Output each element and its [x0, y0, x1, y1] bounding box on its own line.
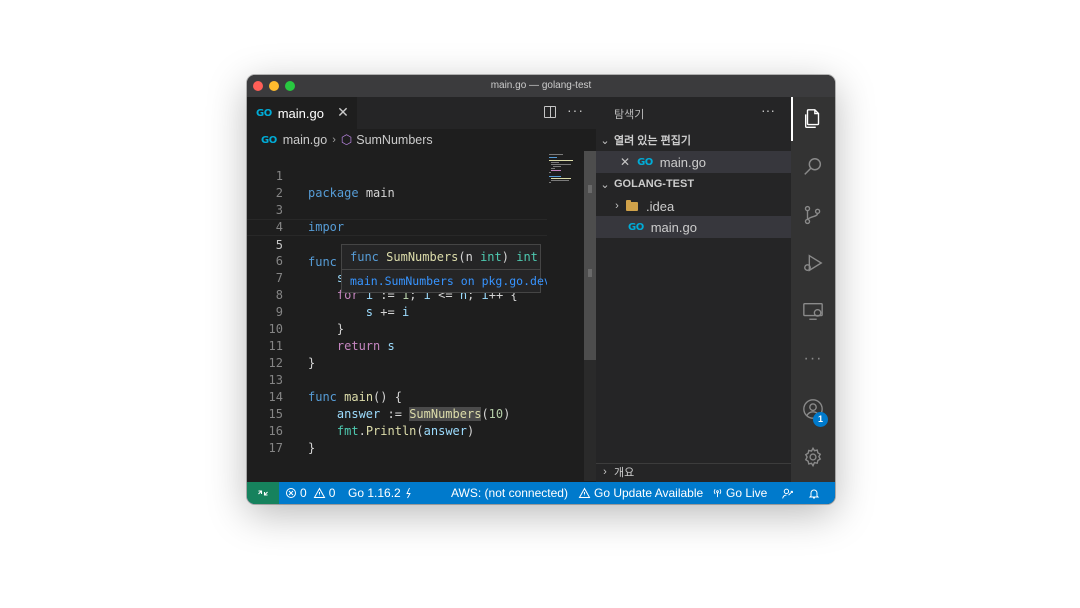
hover-divider	[342, 269, 540, 270]
accounts-icon[interactable]: 1	[791, 387, 835, 431]
breadcrumb-symbol[interactable]: SumNumbers	[356, 133, 432, 147]
close-tab-icon[interactable]: ✕	[335, 104, 351, 120]
project-section-header[interactable]: ⌄ GOLANG-TEST	[596, 173, 791, 195]
open-editor-item-main-go[interactable]: ✕ GO main.go	[596, 151, 791, 173]
run-debug-icon[interactable]	[791, 241, 835, 285]
remote-explorer-icon[interactable]	[791, 289, 835, 333]
folder-icon	[626, 199, 638, 211]
scrollbar-marker	[588, 185, 592, 193]
go-live-label: Go Live	[726, 486, 768, 500]
go-file-icon: GO	[261, 134, 277, 146]
open-editors-label: 열려 있는 편집기	[614, 135, 691, 147]
hover-package-link[interactable]: main.SumNumbers	[350, 274, 454, 288]
remote-indicator[interactable]	[247, 482, 279, 504]
go-version-indicator[interactable]: Go 1.16.2	[348, 482, 413, 504]
hover-tooltip: func SumNumbers(n int) int main.SumNumbe…	[341, 244, 551, 293]
chevron-down-icon: ⌄	[600, 134, 610, 147]
window-title: main.go — golang-test	[490, 80, 592, 91]
code-editor[interactable]: 1 package main 2 3 impor 4 5 func SumNum…	[247, 151, 551, 481]
go-file-icon: GO	[256, 107, 272, 119]
code-line: 16 }	[247, 406, 547, 455]
tools-icon	[406, 487, 411, 499]
open-editors-section-header[interactable]: ⌄ 열려 있는 편집기	[596, 129, 791, 151]
minimap[interactable]	[547, 151, 584, 481]
tree-item-idea[interactable]: › .idea	[596, 195, 791, 217]
breadcrumb-file[interactable]: main.go	[283, 133, 327, 147]
tree-item-main-go[interactable]: GO main.go	[596, 216, 791, 238]
go-update-label: Go Update Available	[594, 486, 704, 500]
remote-icon	[258, 490, 268, 496]
go-live-button[interactable]: Go Live	[712, 482, 767, 504]
sidebar-title: 탐색기	[614, 109, 645, 121]
warning-count: 0	[328, 486, 336, 500]
go-file-icon: GO	[637, 156, 653, 168]
error-count: 0	[300, 486, 307, 500]
chevron-right-icon: ›	[603, 466, 607, 478]
go-update-indicator[interactable]: Go Update Available	[578, 482, 703, 504]
close-icon[interactable]: ✕	[620, 155, 630, 169]
editor-tab-bar: GO main.go ✕ ···	[247, 97, 596, 129]
status-bar: 0 0 Go 1.16.2 AWS: (not connected) Go Up…	[247, 482, 835, 504]
activity-bar: ··· 1	[791, 97, 835, 482]
sidebar-more-icon[interactable]: ···	[761, 102, 775, 118]
aws-status[interactable]: AWS: (not connected)	[451, 482, 568, 504]
scrollbar-marker	[588, 269, 592, 277]
code-line: 14 answer := SumNumbers(10)	[247, 372, 547, 421]
settings-gear-icon[interactable]	[791, 435, 835, 479]
code-line: 13 func main() {	[247, 355, 547, 404]
warning-icon	[578, 487, 591, 498]
title-bar: main.go — golang-test	[247, 75, 835, 97]
warning-icon	[313, 487, 326, 498]
code-line: 15 fmt.Println(answer)	[247, 389, 547, 438]
code-line: 10 return s	[247, 304, 547, 353]
code-line: 4	[247, 202, 547, 234]
open-editor-label: main.go	[659, 154, 707, 170]
notifications-bell-icon[interactable]	[808, 482, 820, 504]
line-number: 17	[268, 441, 283, 455]
broadcast-icon	[713, 489, 722, 498]
code-line: 3 impor	[247, 185, 547, 234]
split-editor-icon[interactable]	[544, 106, 556, 118]
source-control-icon[interactable]	[791, 193, 835, 237]
code-line: 11 }	[247, 321, 547, 370]
code-line: 12	[247, 338, 547, 370]
active-indicator	[791, 97, 793, 141]
code-line: 17	[247, 423, 547, 455]
accounts-badge: 1	[813, 412, 828, 427]
more-actions-icon[interactable]: ···	[567, 102, 584, 118]
chevron-right-icon: ›	[332, 134, 336, 146]
go-version-label: Go 1.16.2	[348, 486, 401, 500]
code-line-current: 5 func SumNumbers(n int) int {	[247, 219, 547, 270]
code-line: 2	[247, 168, 547, 200]
pkg-go-dev-link[interactable]: main.SumNumbers on pkg.go.dev	[350, 274, 551, 288]
project-label: GOLANG-TEST	[614, 178, 695, 190]
aws-label: AWS: (not connected)	[451, 486, 568, 500]
hover-on-site[interactable]: on pkg.go.dev	[461, 274, 551, 288]
vscode-window: main.go — golang-test GO main.go ✕ ··· G…	[247, 75, 835, 504]
outline-section-header[interactable]: › 개요	[596, 461, 791, 483]
tree-item-label: .idea	[646, 198, 675, 214]
breadcrumb: GO main.go › ⬡ SumNumbers	[247, 129, 596, 151]
problems-indicator[interactable]: 0 0	[285, 482, 335, 504]
outline-label: 개요	[614, 467, 635, 479]
go-file-icon: GO	[628, 221, 644, 233]
vertical-scrollbar-thumb[interactable]	[584, 151, 596, 360]
code-line: 1 package main	[247, 151, 547, 200]
symbol-method-icon: ⬡	[340, 132, 353, 147]
hover-signature: func SumNumbers(n int) int	[350, 250, 538, 264]
chevron-down-icon: ⌄	[600, 178, 610, 191]
tree-item-label: main.go	[650, 219, 697, 235]
explorer-icon[interactable]	[791, 97, 835, 141]
more-icon[interactable]: ···	[791, 337, 835, 381]
error-icon	[286, 488, 296, 498]
chevron-right-icon: ›	[615, 200, 619, 212]
feedback-icon[interactable]	[781, 482, 794, 504]
search-icon[interactable]	[791, 145, 835, 189]
tab-main-go[interactable]: GO main.go ✕	[247, 97, 357, 129]
explorer-sidebar: 탐색기 ··· ⌄ 열려 있는 편집기 ✕ GO main.go ⌄ GOLAN…	[596, 97, 791, 482]
tab-label: main.go	[277, 105, 324, 121]
